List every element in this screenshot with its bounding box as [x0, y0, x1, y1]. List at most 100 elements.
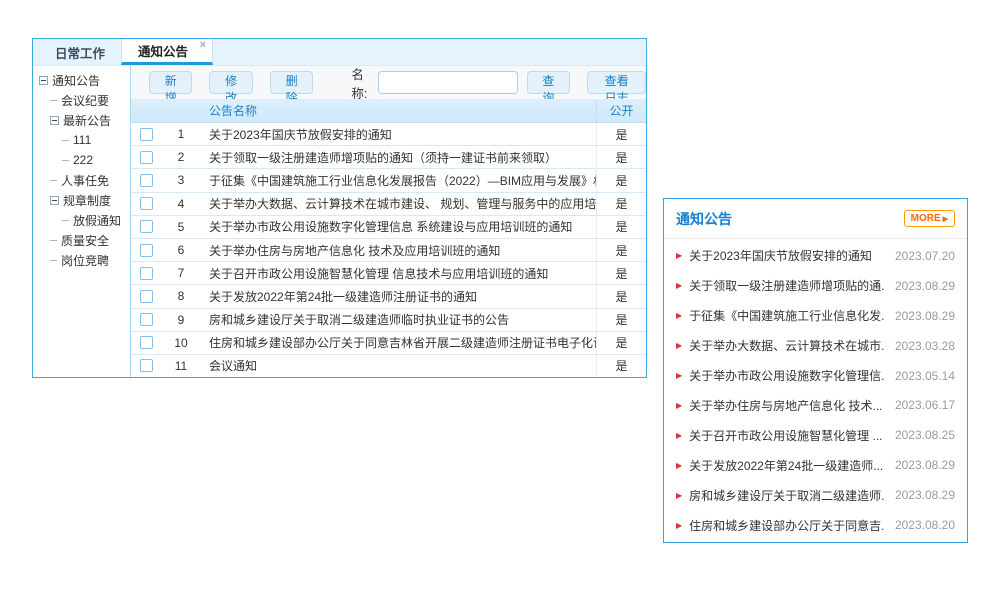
row-checkbox[interactable]: [140, 128, 153, 141]
tree-collapse-icon[interactable]: [50, 196, 59, 205]
search-button[interactable]: 查询: [527, 71, 570, 94]
row-index: 3: [161, 173, 201, 187]
notice-list-item[interactable]: ▶ 关于发放2022年第24批一级建造师... 2023.08.29: [664, 450, 967, 480]
tree-node[interactable]: 会议纪要: [33, 90, 130, 110]
notice-list-item[interactable]: ▶ 于征集《中国建筑施工行业信息化发... 2023.08.29: [664, 301, 967, 331]
name-input[interactable]: [378, 71, 518, 94]
tree-node[interactable]: 放假通知: [33, 210, 130, 230]
public-flag: 是: [596, 193, 646, 215]
tree-collapse-icon[interactable]: [39, 76, 48, 85]
tree-node-label: 通知公告: [52, 72, 100, 89]
notice-item-date: 2023.08.20: [895, 518, 955, 532]
notice-item-title: 关于举办市政公用设施数字化管理信...: [689, 367, 885, 384]
table-row[interactable]: 1 关于2023年国庆节放假安排的通知 是: [131, 123, 646, 146]
bullet-triangle-icon: ▶: [676, 281, 682, 290]
bullet-triangle-icon: ▶: [676, 311, 682, 320]
tab-label: 通知公告: [138, 41, 188, 60]
view-log-button[interactable]: 查看日志: [587, 71, 646, 94]
notice-list-item[interactable]: ▶ 关于举办市政公用设施数字化管理信... 2023.05.14: [664, 361, 967, 391]
announcement-name[interactable]: 关于领取一级注册建造师增项贴的通知（须持一建证书前来领取）: [201, 149, 596, 166]
notice-item-date: 2023.05.14: [895, 369, 955, 383]
edit-button[interactable]: 修改: [209, 71, 252, 94]
tab[interactable]: 日常工作: [39, 39, 121, 65]
table-row[interactable]: 6 关于举办住房与房地产信息化 技术及应用培训班的通知 是: [131, 239, 646, 262]
announcement-name[interactable]: 关于举办大数据、云计算技术在城市建设、 规划、管理与服务中的应用培训班的...: [201, 195, 596, 212]
row-checkbox[interactable]: [140, 359, 153, 372]
tree-node-label: 质量安全: [61, 232, 109, 249]
more-arrow-icon: ▶: [943, 215, 948, 223]
tree-node[interactable]: 质量安全: [33, 230, 130, 250]
announcement-name[interactable]: 住房和城乡建设部办公厅关于同意吉林省开展二级建造师注册证书电子化试点的...: [201, 334, 596, 351]
row-checkbox[interactable]: [140, 220, 153, 233]
announcement-name[interactable]: 房和城乡建设厅关于取消二级建造师临时执业证书的公告: [201, 311, 596, 328]
table-row[interactable]: 10 住房和城乡建设部办公厅关于同意吉林省开展二级建造师注册证书电子化试点的..…: [131, 332, 646, 355]
notice-item-title: 住房和城乡建设部办公厅关于同意吉...: [689, 517, 885, 534]
tree-branch-line: [62, 160, 69, 161]
toolbar: 新增 修改 删除 名称: 查询 查看日志: [131, 66, 646, 99]
row-checkbox[interactable]: [140, 336, 153, 349]
row-index: 5: [161, 220, 201, 234]
tab[interactable]: 通知公告 ×: [121, 39, 213, 65]
add-button[interactable]: 新增: [149, 71, 192, 94]
table-row[interactable]: 3 于征集《中国建筑施工行业信息化发展报告（2022）—BIM应用与发展》材料的…: [131, 169, 646, 192]
table-row[interactable]: 11 会议通知 是: [131, 355, 646, 377]
notice-item-date: 2023.08.29: [895, 458, 955, 472]
notice-list-item[interactable]: ▶ 房和城乡建设厅关于取消二级建造师... 2023.08.29: [664, 480, 967, 510]
notice-list-item[interactable]: ▶ 关于2023年国庆节放假安排的通知 2023.07.20: [664, 241, 967, 271]
notice-list-item[interactable]: ▶ 关于召开市政公用设施智慧化管理 ... 2023.08.25: [664, 420, 967, 450]
announcement-name[interactable]: 会议通知: [201, 357, 596, 374]
row-checkbox[interactable]: [140, 290, 153, 303]
announcement-name[interactable]: 于征集《中国建筑施工行业信息化发展报告（2022）—BIM应用与发展》材料的函: [201, 172, 596, 189]
row-checkbox-cell: [131, 290, 161, 303]
notice-list-item[interactable]: ▶ 住房和城乡建设部办公厅关于同意吉... 2023.08.20: [664, 510, 967, 540]
announcement-name[interactable]: 关于2023年国庆节放假安排的通知: [201, 126, 596, 143]
row-checkbox-cell: [131, 220, 161, 233]
row-checkbox[interactable]: [140, 174, 153, 187]
tree-node[interactable]: 规章制度: [33, 190, 130, 210]
table-row[interactable]: 7 关于召开市政公用设施智慧化管理 信息技术与应用培训班的通知 是: [131, 262, 646, 285]
row-checkbox[interactable]: [140, 151, 153, 164]
tree-node[interactable]: 111: [33, 130, 130, 150]
table-body: 1 关于2023年国庆节放假安排的通知 是 2 关于领取一级注册建造师增项贴的通…: [131, 123, 646, 377]
notice-list-item[interactable]: ▶ 关于领取一级注册建造师增项贴的通... 2023.08.29: [664, 271, 967, 301]
tree-node[interactable]: 岗位竞聘: [33, 250, 130, 270]
tree-collapse-icon[interactable]: [50, 116, 59, 125]
announcement-name[interactable]: 关于召开市政公用设施智慧化管理 信息技术与应用培训班的通知: [201, 265, 596, 282]
row-index: 7: [161, 266, 201, 280]
row-checkbox[interactable]: [140, 313, 153, 326]
window-body: 通知公告 会议纪要 最新公告 111 222: [33, 66, 646, 377]
bullet-triangle-icon: ▶: [676, 461, 682, 470]
tree-branch-line: [62, 220, 69, 221]
tree-node[interactable]: 通知公告: [33, 70, 130, 90]
row-checkbox-cell: [131, 128, 161, 141]
tree-node[interactable]: 222: [33, 150, 130, 170]
announcement-name[interactable]: 关于发放2022年第24批一级建造师注册证书的通知: [201, 288, 596, 305]
bullet-triangle-icon: ▶: [676, 371, 682, 380]
table-row[interactable]: 8 关于发放2022年第24批一级建造师注册证书的通知 是: [131, 285, 646, 308]
tab-close-icon[interactable]: ×: [200, 40, 206, 51]
table-row[interactable]: 5 关于举办市政公用设施数字化管理信息 系统建设与应用培训班的通知 是: [131, 216, 646, 239]
notice-list-item[interactable]: ▶ 关于举办住房与房地产信息化 技术... 2023.06.17: [664, 391, 967, 421]
row-checkbox-cell: [131, 359, 161, 372]
announcement-name[interactable]: 关于举办市政公用设施数字化管理信息 系统建设与应用培训班的通知: [201, 218, 596, 235]
notice-item-date: 2023.06.17: [895, 398, 955, 412]
tab-bar: 日常工作 通知公告 ×: [33, 39, 646, 66]
table-row[interactable]: 4 关于举办大数据、云计算技术在城市建设、 规划、管理与服务中的应用培训班的..…: [131, 193, 646, 216]
table-row[interactable]: 9 房和城乡建设厅关于取消二级建造师临时执业证书的公告 是: [131, 309, 646, 332]
delete-button[interactable]: 删除: [270, 71, 313, 94]
notice-item-title: 关于2023年国庆节放假安排的通知: [689, 247, 885, 264]
more-button[interactable]: MORE ▶: [904, 210, 955, 227]
announcement-name[interactable]: 关于举办住房与房地产信息化 技术及应用培训班的通知: [201, 242, 596, 259]
notice-list-item[interactable]: ▶ 关于举办大数据、云计算技术在城市... 2023.03.28: [664, 331, 967, 361]
row-checkbox[interactable]: [140, 267, 153, 280]
more-label: MORE: [911, 213, 941, 224]
table-row[interactable]: 2 关于领取一级注册建造师增项贴的通知（须持一建证书前来领取） 是: [131, 146, 646, 169]
tree-node[interactable]: 最新公告: [33, 110, 130, 130]
row-index: 6: [161, 243, 201, 257]
row-checkbox[interactable]: [140, 244, 153, 257]
tree-node[interactable]: 人事任免: [33, 170, 130, 190]
row-checkbox[interactable]: [140, 197, 153, 210]
public-flag: 是: [596, 355, 646, 377]
public-flag: 是: [596, 216, 646, 238]
notice-item-title: 关于发放2022年第24批一级建造师...: [689, 457, 885, 474]
